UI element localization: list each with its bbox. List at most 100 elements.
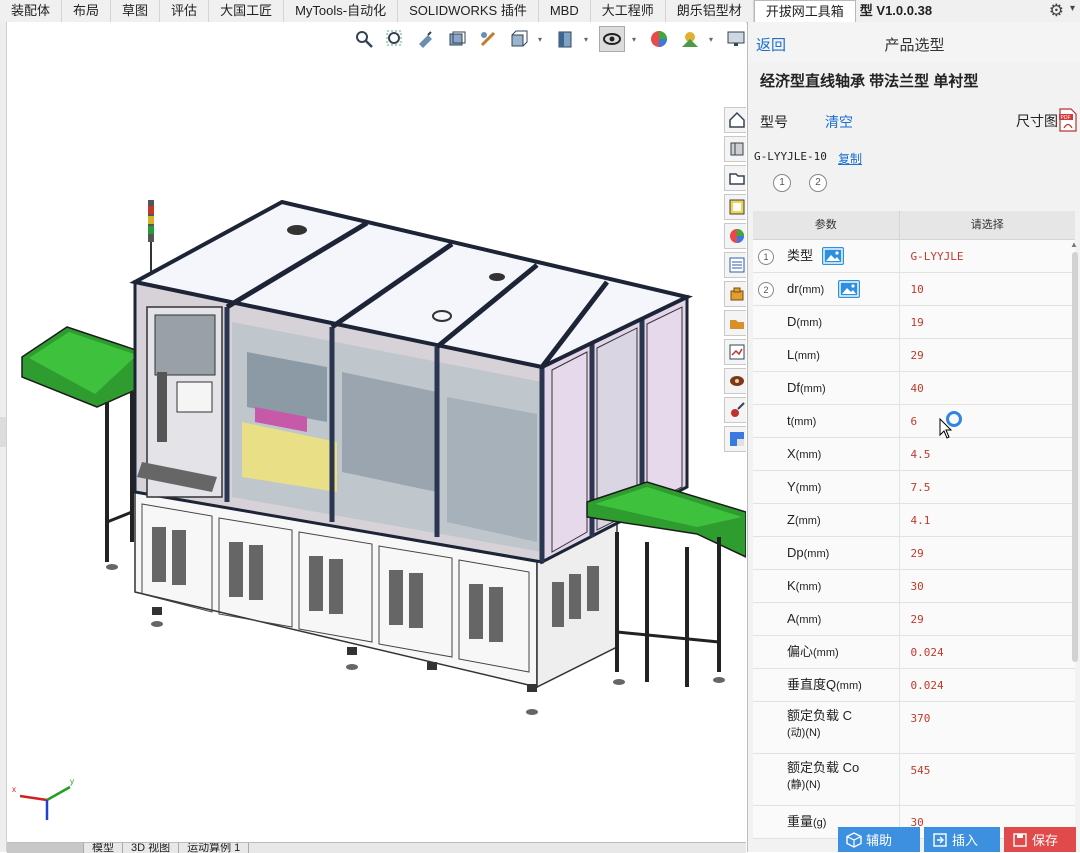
parameter-name-text: 垂直度Q xyxy=(787,677,837,692)
ribbon-tab[interactable]: SOLIDWORKS 插件 xyxy=(398,0,539,22)
parameter-row[interactable]: 偏心(mm) 0.024 xyxy=(753,636,1075,669)
parameter-row[interactable]: 2 dr(mm) 10 xyxy=(753,273,1075,306)
parameter-table: 参数 请选择 1 类型 G-LYYJLE 2 dr(mm) 10 D(mm) 19 L(mm) 2… xyxy=(753,211,1075,839)
parameter-value[interactable]: 545 xyxy=(900,754,1075,805)
parameter-unit: (mm) xyxy=(813,647,839,659)
design-checker-icon[interactable] xyxy=(724,397,746,423)
record-icon[interactable] xyxy=(724,368,746,394)
parameter-value[interactable]: 29 xyxy=(900,603,1075,635)
ribbon-tab[interactable]: 评估 xyxy=(160,0,210,22)
parameter-unit: (mm) xyxy=(794,515,821,527)
parameter-value[interactable]: 4.5 xyxy=(900,438,1075,470)
parameter-name-cell: Df(mm) xyxy=(753,372,900,404)
copy-link[interactable]: 复制 xyxy=(838,150,862,167)
file-explorer-icon[interactable] xyxy=(724,165,746,191)
forum-icon[interactable] xyxy=(724,339,746,365)
parameter-name-text: 额定负载 C xyxy=(787,708,853,723)
ribbon-tab[interactable]: 装配体 xyxy=(0,0,63,22)
custom-properties-icon[interactable] xyxy=(724,252,746,278)
parameter-name: 额定负载 Co (静)(N) xyxy=(787,760,859,793)
left-collapse-strip xyxy=(0,22,7,852)
parameter-row[interactable]: Dp(mm) 29 xyxy=(753,537,1075,570)
assembly-model[interactable] xyxy=(7,22,746,842)
assist-button[interactable]: 辅助 xyxy=(838,827,920,852)
model-tab[interactable]: 3D 视图 xyxy=(123,843,180,853)
save-button[interactable]: 保存 xyxy=(1004,827,1076,852)
parameter-row[interactable]: 垂直度Q(mm) 0.024 xyxy=(753,669,1075,702)
ribbon-tab[interactable]: MyTools-自动化 xyxy=(284,0,399,22)
collapse-handle[interactable] xyxy=(0,417,6,447)
parameter-row[interactable]: D(mm) 19 xyxy=(753,306,1075,339)
parameter-value[interactable]: 30 xyxy=(900,570,1075,602)
svg-text:y: y xyxy=(70,777,74,786)
parameter-value[interactable]: 6 xyxy=(900,405,1075,437)
left-conveyor xyxy=(21,326,143,562)
parameter-row[interactable]: Df(mm) 40 xyxy=(753,372,1075,405)
ribbon-tab[interactable]: 朗乐铝型材 xyxy=(666,0,754,22)
ribbon-tab[interactable]: 大工程师 xyxy=(591,0,666,22)
scroll-up-arrow-icon[interactable]: ▲ xyxy=(1070,240,1078,249)
parameter-value[interactable]: 7.5 xyxy=(900,471,1075,503)
parameter-value[interactable]: 370 xyxy=(900,702,1075,753)
ribbon-tab[interactable]: 草图 xyxy=(111,0,161,22)
parameter-value[interactable]: 29 xyxy=(900,339,1075,371)
model-tab[interactable]: 模型 xyxy=(84,843,123,853)
graphics-viewport[interactable]: ▾▾▾▾▾ xyxy=(7,22,746,842)
parameter-name: L(mm) xyxy=(787,347,820,364)
parameter-value[interactable]: 0.024 xyxy=(900,636,1075,668)
panel-header: 产品选型 返回 xyxy=(748,22,1080,62)
settings-gear-icon[interactable]: ⚙ xyxy=(1049,1,1064,21)
parameter-value[interactable]: 4.1 xyxy=(900,504,1075,536)
parameter-row[interactable]: K(mm) 30 xyxy=(753,570,1075,603)
parameter-value[interactable]: 40 xyxy=(900,372,1075,404)
ribbon-tab[interactable]: MBD xyxy=(539,0,591,22)
image-preview-icon[interactable] xyxy=(838,280,860,298)
model-tabs: 模型 3D 视图 运动算例 1 xyxy=(7,842,746,853)
parts-library-icon[interactable] xyxy=(724,136,746,162)
step-2-indicator[interactable]: 2 xyxy=(809,174,827,192)
chevron-down-icon[interactable]: ▾ xyxy=(1070,3,1075,14)
parameter-row[interactable]: X(mm) 4.5 xyxy=(753,438,1075,471)
insert-button[interactable]: 插入 xyxy=(924,827,1000,852)
parameter-name-cell: 2 dr(mm) xyxy=(753,273,900,305)
parameter-name-cell: 额定负载 C (动)(N) xyxy=(753,702,900,753)
ribbon-tab[interactable]: 布局 xyxy=(62,0,112,22)
parameter-row[interactable]: A(mm) 29 xyxy=(753,603,1075,636)
parameter-name-text: Z xyxy=(787,512,795,527)
ribbon-tab[interactable]: 开拔网工具箱 xyxy=(753,0,856,22)
parameter-row[interactable]: 额定负载 C (动)(N) 370 xyxy=(753,702,1075,754)
appearances-icon[interactable] xyxy=(724,223,746,249)
parameter-value[interactable]: 0.024 xyxy=(900,669,1075,701)
model-tab[interactable]: 运动算例 1 xyxy=(179,843,250,853)
parameter-name-text: 重量 xyxy=(787,814,814,829)
parameter-row[interactable]: 1 类型 G-LYYJLE xyxy=(753,240,1075,273)
pdf-icon[interactable]: PDF xyxy=(1058,108,1078,132)
parameter-name: t(mm) xyxy=(787,413,816,430)
home-icon[interactable] xyxy=(724,107,746,133)
parameter-row[interactable]: Y(mm) 7.5 xyxy=(753,471,1075,504)
parameter-row[interactable]: 额定负载 Co (静)(N) 545 xyxy=(753,754,1075,806)
clear-link[interactable]: 清空 xyxy=(825,112,853,132)
parameter-row[interactable]: t(mm) 6 xyxy=(753,405,1075,438)
parameter-value[interactable]: 19 xyxy=(900,306,1075,338)
parameter-row[interactable]: L(mm) 29 xyxy=(753,339,1075,372)
toolbox-icon[interactable] xyxy=(724,281,746,307)
parameter-row[interactable]: Z(mm) 4.1 xyxy=(753,504,1075,537)
ribbon-tab[interactable]: 大国工匠 xyxy=(209,0,285,22)
row-number: 1 xyxy=(758,249,774,265)
parameter-value[interactable]: 29 xyxy=(900,537,1075,569)
parameter-value[interactable]: G-LYYJLE xyxy=(900,240,1075,272)
parameter-name-text: Dp xyxy=(787,545,804,560)
folder-icon[interactable] xyxy=(724,310,746,336)
parameter-name-text: 额定负载 Co xyxy=(787,760,860,775)
parameter-unit: (mm) xyxy=(795,614,822,626)
panel-scrollbar[interactable] xyxy=(1072,252,1078,662)
back-link[interactable]: 返回 xyxy=(756,34,786,55)
image-preview-icon[interactable] xyxy=(822,247,844,265)
view-palette-icon[interactable] xyxy=(724,194,746,220)
step-1-indicator[interactable]: 1 xyxy=(773,174,791,192)
add-in-icon[interactable] xyxy=(724,426,746,452)
model-tab[interactable] xyxy=(7,843,84,853)
parameter-name-cell: A(mm) xyxy=(753,603,900,635)
parameter-value[interactable]: 10 xyxy=(900,273,1075,305)
